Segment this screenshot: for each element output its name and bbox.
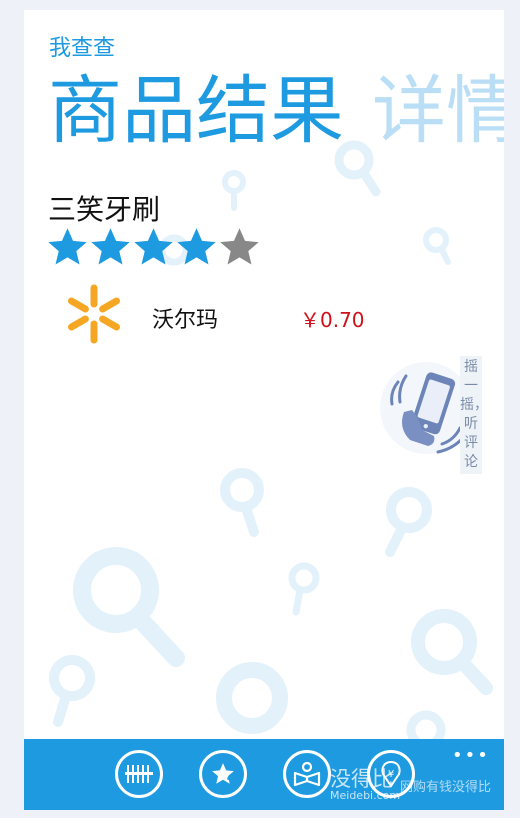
favorite-button[interactable]	[199, 750, 247, 798]
shake-hint: 摇一摇，听评论	[460, 356, 488, 474]
book-reader-icon	[293, 761, 321, 787]
watermark-slogan: 网购有钱没得比	[400, 780, 492, 795]
star-icon	[134, 228, 173, 265]
star-plus-icon	[212, 763, 236, 784]
star-icon	[91, 228, 130, 265]
pivot-tab-details[interactable]: 详情	[372, 68, 504, 154]
more-options-button[interactable]: •••	[452, 745, 490, 766]
reviews-button[interactable]	[283, 750, 331, 798]
pivot-header: 商品结果 详情	[48, 68, 504, 154]
barcode-scan-button[interactable]	[115, 750, 163, 798]
star-icon	[220, 228, 259, 265]
star-icon	[48, 228, 87, 265]
application-bar: ¥ ••• 没得比 Meidebi.com 网购有钱没得比	[24, 739, 504, 810]
store-price: ￥0.70	[300, 308, 365, 332]
walmart-spark-icon	[68, 284, 120, 344]
store-price-row[interactable]: 沃尔玛 ￥0.70	[24, 280, 504, 352]
pivot-tab-results[interactable]: 商品结果	[48, 68, 344, 154]
app-title: 我查查	[49, 36, 116, 61]
phone-screen: 我查查 商品结果 详情 三笑牙刷 沃尔玛 ￥0.70 摇一摇，听评论 ¥ •••…	[24, 10, 504, 810]
watermark-domain: Meidebi.com	[330, 789, 401, 802]
barcode-icon	[125, 765, 153, 783]
store-name: 沃尔玛	[152, 308, 219, 333]
star-icon	[177, 228, 216, 265]
product-name: 三笑牙刷	[48, 193, 161, 226]
rating-stars	[46, 224, 261, 270]
